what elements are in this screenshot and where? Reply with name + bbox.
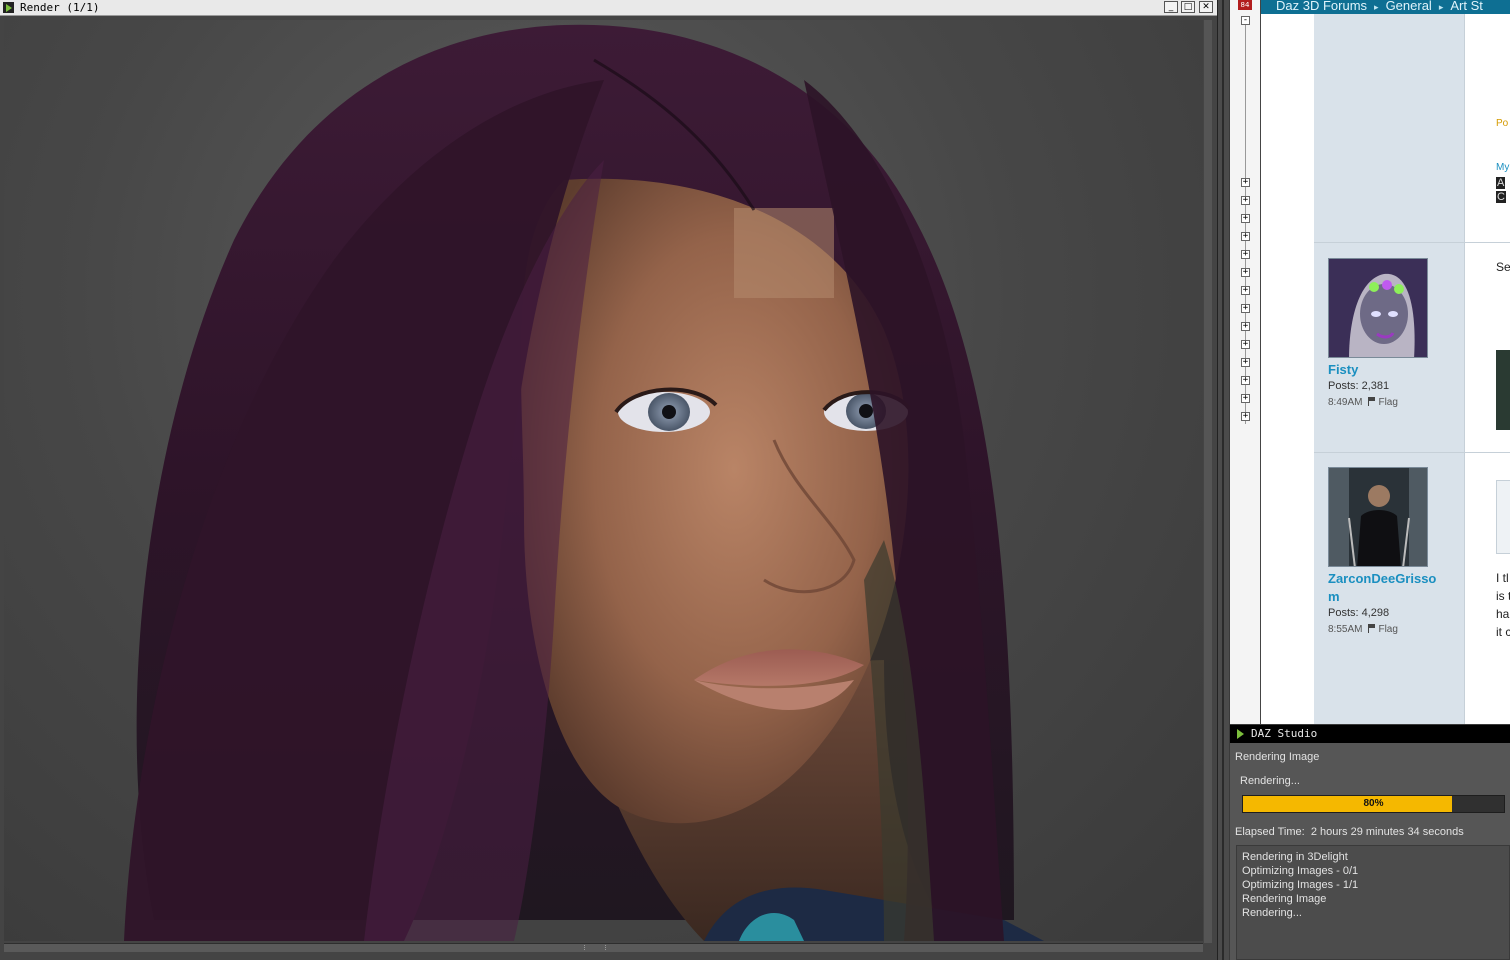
breadcrumb-separator-icon: ▸ [1438, 2, 1444, 12]
tree-gutter: 84 - + + + + + + + + + + + + + + [1230, 0, 1261, 724]
breadcrumb-separator-icon: ▸ [1374, 2, 1379, 12]
tree-expand-icon[interactable]: + [1241, 250, 1250, 259]
log-line: Rendering in 3Delight [1242, 851, 1348, 863]
log-line: Optimizing Images - 0/1 [1242, 865, 1359, 877]
tree-expand-icon[interactable]: + [1241, 304, 1250, 313]
rendered-portrait [124, 24, 1044, 941]
render-viewport[interactable] [4, 20, 1203, 941]
breadcrumb-forums[interactable]: Daz 3D Forums [1261, 0, 1367, 12]
minimize-button[interactable]: _ [1164, 1, 1178, 13]
close-button[interactable]: ✕ [1199, 1, 1213, 13]
elapsed-label: Elapsed Time: [1235, 826, 1305, 838]
render-progress-dialog: DAZ Studio Rendering Image Rendering... … [1230, 725, 1510, 960]
log-line: Optimizing Images - 1/1 [1242, 879, 1359, 891]
post-image-thumbnail [1496, 14, 1510, 104]
username-line[interactable]: ZarconDeeGrisso [1328, 571, 1436, 586]
panel-splitter[interactable] [1218, 0, 1229, 960]
progress-dialog-title: DAZ Studio [1251, 727, 1318, 740]
progress-heading: Rendering Image [1235, 751, 1320, 763]
post-meta: 8:55AM Flag [1328, 624, 1398, 635]
post-fragment[interactable]: My [1496, 162, 1509, 173]
username-line-wrap[interactable]: m [1328, 588, 1448, 606]
post-divider [1314, 452, 1510, 453]
tree-expand-icon[interactable]: + [1241, 340, 1250, 349]
progress-status: Rendering... [1240, 775, 1300, 787]
render-window-title: Render (1/1) [20, 1, 100, 14]
breadcrumb: Daz 3D Forums ▸ General ▸ Art St [1261, 0, 1510, 14]
tab-icon[interactable]: 84 [1238, 0, 1252, 10]
avatar-zarcondeegrisso[interactable] [1328, 467, 1428, 567]
breadcrumb-art-studio[interactable]: Art St [1450, 0, 1483, 12]
daz-app-icon [3, 2, 14, 13]
post-count: Posts: 2,381 [1328, 380, 1390, 392]
flag-link[interactable]: Flag [1378, 624, 1397, 635]
username-zarcondeegrisso[interactable]: ZarconDeeGrisso m [1328, 570, 1448, 606]
tree-expand-icon[interactable]: + [1241, 376, 1250, 385]
avatar-fisty[interactable] [1328, 258, 1428, 358]
render-titlebar[interactable]: Render (1/1) _ □ ✕ [0, 0, 1217, 16]
progress-dialog-titlebar[interactable]: DAZ Studio [1230, 725, 1510, 743]
progress-percent-label: 80% [1363, 798, 1384, 809]
tree-expand-icon[interactable]: + [1241, 196, 1250, 205]
post-fragment: A [1496, 177, 1506, 189]
tree-expand-icon[interactable]: + [1241, 322, 1250, 331]
render-log[interactable]: Rendering in 3Delight Optimizing Images … [1236, 845, 1510, 960]
flag-icon[interactable] [1368, 397, 1376, 406]
tree-expand-icon[interactable]: + [1241, 178, 1250, 187]
elapsed-value: 2 hours 29 minutes 34 seconds [1310, 826, 1464, 838]
breadcrumb-general[interactable]: General [1386, 0, 1432, 12]
tree-expand-icon[interactable]: + [1241, 214, 1250, 223]
tree-expand-icon[interactable]: + [1241, 394, 1250, 403]
post-count: Posts: 4,298 [1328, 607, 1390, 619]
post-image-thumbnail [1496, 350, 1510, 430]
forum-browser-panel: 84 - + + + + + + + + + + + + + + Daz 3D … [1230, 0, 1510, 724]
post-fragment: it c [1496, 625, 1510, 639]
post-fragment: Se [1496, 260, 1510, 274]
flag-link[interactable]: Flag [1378, 397, 1397, 408]
log-line: Rendering Image [1242, 893, 1327, 905]
post-fragment: Po [1496, 118, 1509, 129]
tree-expand-icon[interactable]: + [1241, 358, 1250, 367]
scrollbar-grip-icon[interactable] [584, 945, 606, 950]
maximize-button[interactable]: □ [1181, 1, 1195, 13]
tree-collapse-icon[interactable]: - [1241, 16, 1250, 25]
post-meta: 8:49AM Flag [1328, 397, 1398, 408]
post-divider [1314, 242, 1510, 243]
daz-app-icon [1235, 728, 1246, 739]
post-fragment: ha [1496, 607, 1510, 621]
render-window: Render (1/1) _ □ ✕ [0, 0, 1218, 960]
post-time: 8:55AM [1328, 624, 1363, 635]
post-fragment: C [1496, 191, 1506, 203]
tree-expand-icon[interactable]: + [1241, 268, 1250, 277]
tree-expand-icon[interactable]: + [1241, 232, 1250, 241]
horizontal-scrollbar[interactable] [4, 943, 1203, 952]
post-fragment: I tl [1496, 571, 1509, 585]
tree-expand-icon[interactable]: + [1241, 412, 1250, 421]
flag-icon[interactable] [1368, 624, 1376, 633]
tree-expand-icon[interactable]: + [1241, 286, 1250, 295]
render-progress-bar: 80% [1242, 795, 1505, 813]
post-quote-box [1496, 480, 1510, 554]
post-fragment: is t [1496, 589, 1510, 603]
username-fisty[interactable]: Fisty [1328, 361, 1448, 379]
post-time: 8:49AM [1328, 397, 1363, 408]
log-line: Rendering... [1242, 907, 1302, 919]
vertical-scrollbar[interactable] [1204, 20, 1212, 943]
elapsed-time: Elapsed Time: 2 hours 29 minutes 34 seco… [1235, 826, 1464, 838]
